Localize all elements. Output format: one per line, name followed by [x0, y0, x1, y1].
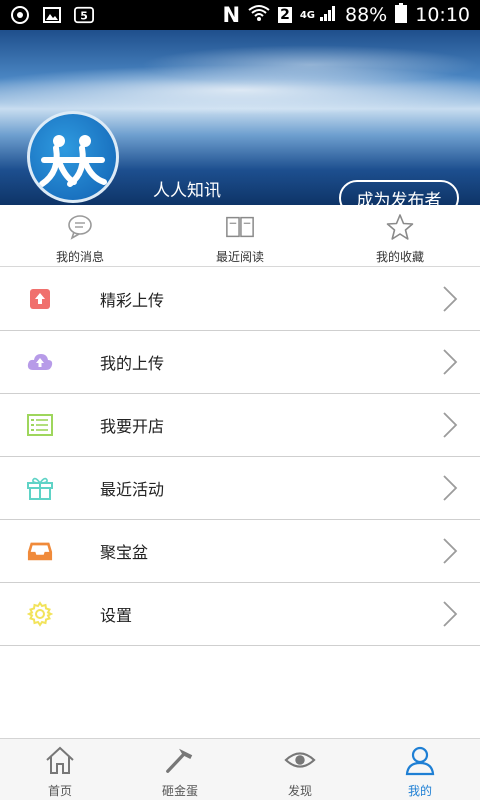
cloud-upload-icon [27, 349, 53, 375]
message-icon [65, 212, 95, 242]
chevron-right-icon [443, 286, 458, 312]
status-bar: 5 N 2 4G 88% 10:10 [0, 0, 480, 30]
menu-item-label: 我要开店 [100, 417, 165, 436]
quick-action-messages[interactable]: 我的消息 [0, 205, 160, 266]
quick-action-favorites[interactable]: 我的收藏 [320, 205, 480, 266]
quick-action-label: 我的收藏 [375, 250, 424, 264]
quick-action-recent-reading[interactable]: 最近阅读 [160, 205, 320, 266]
home-icon [44, 744, 76, 776]
svg-text:5: 5 [80, 10, 88, 23]
nav-mine[interactable]: 我的 [360, 739, 480, 800]
menu-item-label: 我的上传 [100, 354, 165, 373]
nav-label: 我的 [407, 784, 432, 798]
menu-list: 精彩上传 我的上传 我要开店 最近活动 聚宝盆 设置 [0, 268, 480, 646]
chevron-right-icon [443, 538, 458, 564]
nav-golden-egg[interactable]: 砸金蛋 [120, 739, 240, 800]
gift-icon [27, 475, 53, 501]
menu-item-label: 聚宝盆 [100, 543, 149, 562]
nav-discover[interactable]: 发现 [240, 739, 360, 800]
book-icon [225, 212, 255, 242]
wifi-icon [248, 4, 270, 27]
become-publisher-button[interactable]: 成为发布者 [339, 180, 459, 205]
nav-label: 首页 [47, 784, 72, 798]
menu-item-label: 精彩上传 [100, 291, 165, 310]
network-type: 4G [299, 9, 315, 21]
app-logo-icon [39, 135, 107, 187]
shop-list-icon [27, 412, 53, 438]
nav-label: 发现 [287, 784, 312, 798]
menu-item-label: 最近活动 [100, 480, 165, 499]
tray-icon [27, 538, 53, 564]
status-bar-notifications: 5 [10, 5, 94, 25]
quick-action-label: 最近阅读 [215, 250, 264, 264]
gear-icon [27, 601, 53, 627]
chevron-right-icon [443, 349, 458, 375]
menu-item-settings[interactable]: 设置 [0, 583, 480, 646]
menu-item-treasure-bowl[interactable]: 聚宝盆 [0, 520, 480, 583]
username: 人人知讯 [153, 181, 221, 201]
image-icon [42, 5, 62, 25]
menu-item-open-shop[interactable]: 我要开店 [0, 394, 480, 457]
nav-home[interactable]: 首页 [0, 739, 120, 800]
menu-item-featured-upload[interactable]: 精彩上传 [0, 268, 480, 331]
sync-icon [10, 5, 30, 25]
quick-actions: 我的消息 最近阅读 我的收藏 [0, 205, 480, 267]
menu-item-recent-activities[interactable]: 最近活动 [0, 457, 480, 520]
nav-label: 砸金蛋 [161, 784, 198, 798]
battery-percent: 88% [345, 4, 388, 26]
app-5-icon: 5 [74, 5, 94, 25]
star-icon [385, 212, 415, 242]
user-icon [404, 744, 436, 776]
upload-box-icon [27, 286, 53, 312]
profile-screen: 5 N 2 4G 88% 10:10 人人知讯 成为发布者 我的消息 最近阅读 … [0, 0, 480, 800]
chevron-right-icon [443, 601, 458, 627]
clock: 10:10 [415, 4, 470, 26]
profile-header: 人人知讯 成为发布者 [0, 30, 480, 205]
signal-icon [319, 4, 337, 27]
bottom-navigation: 首页 砸金蛋 发现 我的 [0, 738, 480, 800]
menu-item-label: 设置 [100, 606, 133, 625]
hammer-icon [164, 744, 196, 776]
chevron-right-icon [443, 412, 458, 438]
quick-action-label: 我的消息 [55, 250, 104, 264]
nfc-icon: N [222, 3, 241, 27]
menu-item-my-uploads[interactable]: 我的上传 [0, 331, 480, 394]
eye-icon [284, 744, 316, 776]
status-bar-system: N 2 4G 88% 10:10 [222, 2, 470, 28]
avatar[interactable] [27, 111, 119, 203]
sim-slot-indicator: 2 [278, 7, 292, 23]
chevron-right-icon [443, 475, 458, 501]
battery-icon [395, 2, 408, 28]
